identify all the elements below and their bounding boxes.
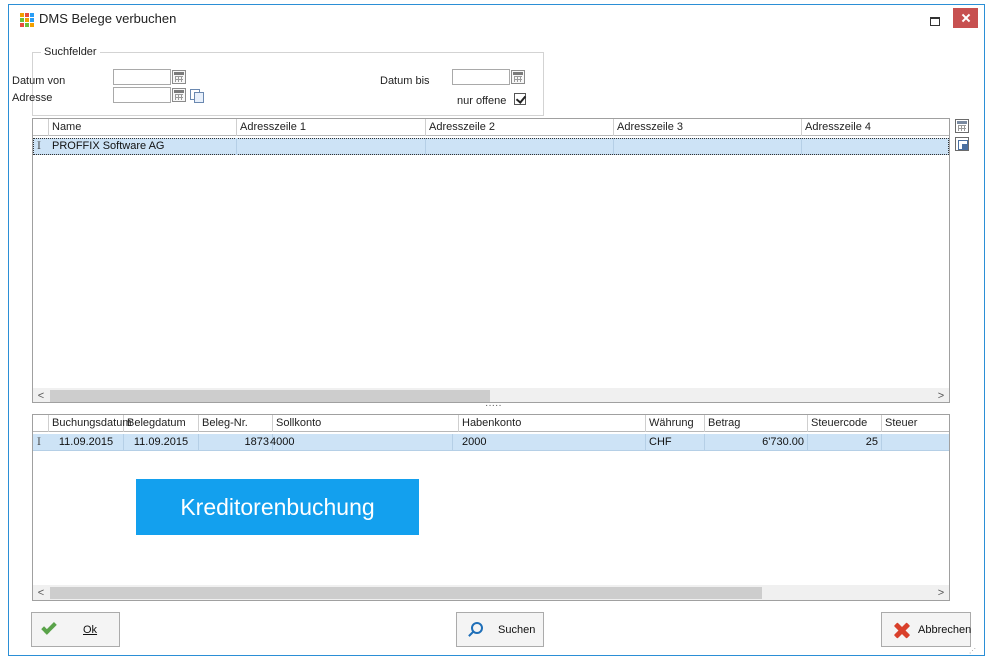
checkmark-icon <box>41 619 57 635</box>
app-grid-icon <box>20 13 34 27</box>
resize-grip-icon[interactable]: ⋰ <box>969 647 979 655</box>
cell-tax-code[interactable]: 25 <box>808 434 882 451</box>
window-title: DMS Belege verbuchen <box>39 11 177 26</box>
column-header-name[interactable]: Name <box>49 119 237 136</box>
cell-amount[interactable]: 6'730.00 <box>705 434 808 451</box>
table-row[interactable]: I PROFFIX Software AG <box>33 138 949 155</box>
date-from-input[interactable] <box>113 69 171 85</box>
search-button-label: Suchen <box>498 624 536 636</box>
row-detail-icon[interactable] <box>955 137 969 151</box>
address-grid-header: Name Adresszeile 1 Adresszeile 2 Adressz… <box>33 119 949 136</box>
row-edit-indicator-icon: I <box>37 141 41 152</box>
only-open-label: nur offene <box>457 95 507 107</box>
column-header-tax-code[interactable]: Steuercode <box>808 415 882 432</box>
date-from-label: Datum von <box>12 75 66 87</box>
title-bar: DMS Belege verbuchen <box>9 5 984 32</box>
search-fields-legend: Suchfelder <box>41 46 100 58</box>
column-header-tax[interactable]: Steuer <box>882 415 949 432</box>
column-header-document-date[interactable]: Belegdatum <box>124 415 199 432</box>
column-chooser-icon[interactable] <box>955 119 969 133</box>
column-header-address-1[interactable]: Adresszeile 1 <box>237 119 426 136</box>
address-label: Adresse <box>12 92 53 104</box>
scroll-right-icon[interactable]: > <box>933 586 949 600</box>
cell-tax[interactable] <box>882 434 949 451</box>
date-to-calendar-icon[interactable] <box>511 70 525 84</box>
scroll-right-icon[interactable]: > <box>933 389 949 402</box>
ok-button[interactable]: Ok <box>31 612 120 647</box>
cell-address-4[interactable] <box>802 138 949 155</box>
cell-address-3[interactable] <box>614 138 802 155</box>
close-icon <box>893 621 911 639</box>
column-header-amount[interactable]: Betrag <box>705 415 808 432</box>
ok-button-label: Ok <box>83 624 98 636</box>
column-header-booking-date[interactable]: Buchungsdatum <box>49 415 132 432</box>
scrollbar-thumb[interactable] <box>50 390 490 402</box>
close-button[interactable] <box>953 8 978 28</box>
address-copy-icon[interactable] <box>189 88 204 103</box>
row-indicator-header <box>33 119 49 136</box>
dialog-window: DMS Belege verbuchen Suchfelder Datum vo… <box>8 4 985 656</box>
only-open-checkbox[interactable] <box>514 93 526 105</box>
scrollbar-thumb[interactable] <box>50 587 762 599</box>
cancel-button-label: Abbrechen <box>918 624 972 636</box>
column-header-document-number[interactable]: Beleg-Nr. <box>199 415 273 432</box>
cancel-button[interactable]: Abbrechen <box>881 612 971 647</box>
column-header-address-3[interactable]: Adresszeile 3 <box>614 119 802 136</box>
table-row[interactable]: I 11.09.2015 11.09.2015 1873 4000 2000 C… <box>33 434 949 451</box>
row-edit-indicator-icon: I <box>37 437 41 448</box>
address-grid: Name Adresszeile 1 Adresszeile 2 Adressz… <box>32 118 950 403</box>
search-button[interactable]: Suchen <box>456 612 544 647</box>
splitter-handle[interactable]: ····· <box>485 400 502 411</box>
cell-credit-account[interactable]: 2000 <box>459 434 646 451</box>
column-header-address-2[interactable]: Adresszeile 2 <box>426 119 614 136</box>
address-lookup-icon[interactable] <box>172 88 186 102</box>
booking-grid-horizontal-scrollbar[interactable]: < > <box>33 585 949 600</box>
column-header-currency[interactable]: Währung <box>646 415 705 432</box>
cell-document-number[interactable]: 1873 <box>199 434 273 451</box>
address-input[interactable] <box>113 87 171 103</box>
date-to-label: Datum bis <box>380 75 430 87</box>
cell-currency[interactable]: CHF <box>646 434 705 451</box>
column-header-address-4[interactable]: Adresszeile 4 <box>802 119 949 136</box>
cell-debit-account[interactable]: 4000 <box>267 434 453 451</box>
booking-grid-header: Buchungsdatum Belegdatum Beleg-Nr. Sollk… <box>33 415 949 432</box>
date-to-input[interactable] <box>452 69 510 85</box>
cell-booking-date[interactable]: 11.09.2015 <box>49 434 124 451</box>
cell-name[interactable]: PROFFIX Software AG <box>49 138 237 155</box>
creditor-booking-banner: Kreditorenbuchung <box>136 479 419 535</box>
column-header-credit-account[interactable]: Habenkonto <box>459 415 646 432</box>
search-icon <box>471 622 483 634</box>
column-header-debit-account[interactable]: Sollkonto <box>273 415 459 432</box>
date-from-calendar-icon[interactable] <box>172 70 186 84</box>
cell-address-2[interactable] <box>426 138 614 155</box>
scroll-left-icon[interactable]: < <box>33 389 49 402</box>
scroll-left-icon[interactable]: < <box>33 586 49 600</box>
cell-document-date[interactable]: 11.09.2015 <box>124 434 199 451</box>
maximize-button[interactable] <box>926 13 942 27</box>
row-indicator-header <box>33 415 49 432</box>
cell-address-1[interactable] <box>237 138 426 155</box>
